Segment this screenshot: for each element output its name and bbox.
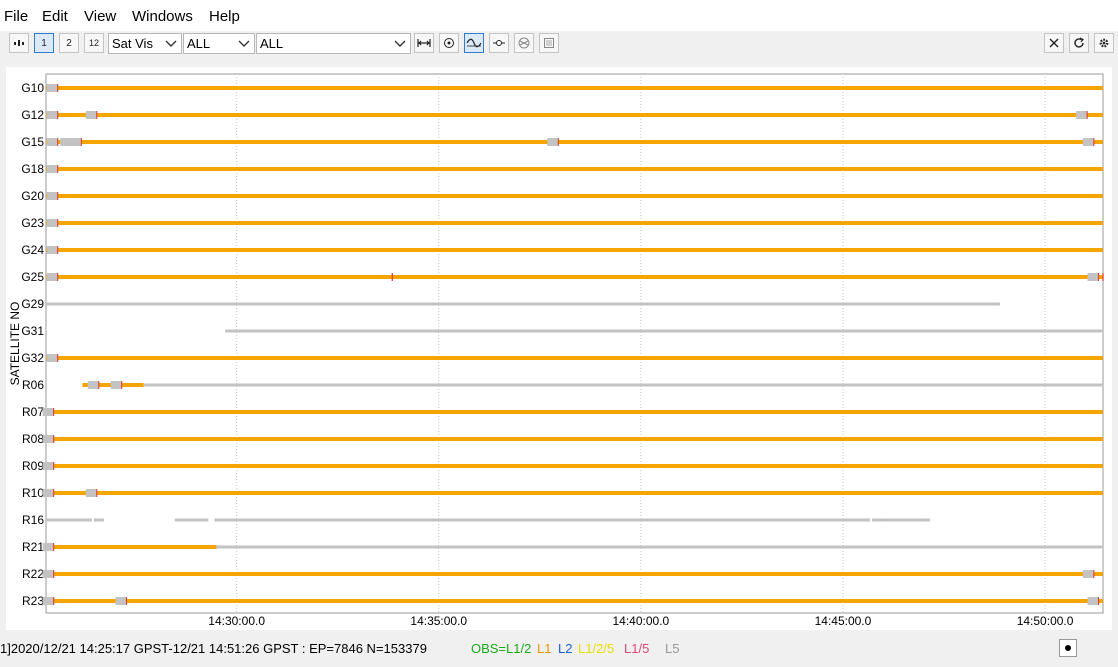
satellite-label: R21 bbox=[22, 540, 44, 554]
satellite-label: G20 bbox=[21, 189, 44, 203]
satellite-label: G31 bbox=[21, 324, 44, 338]
system-select[interactable]: ALL bbox=[183, 33, 255, 54]
observation-marker bbox=[46, 354, 58, 362]
observation-marker bbox=[46, 84, 58, 92]
observation-marker bbox=[1087, 597, 1099, 605]
satellite-label: R22 bbox=[22, 567, 44, 581]
satellite-visibility-plot[interactable]: 14:30:00.0 14:35:00.0 14:40:00.0 14:45:00.0… bbox=[6, 67, 1112, 630]
gear-icon[interactable] bbox=[1094, 33, 1114, 53]
x-tick-label: 14:35:00.0 bbox=[410, 614, 467, 628]
observation-marker bbox=[85, 489, 97, 497]
reload-icon[interactable] bbox=[1069, 33, 1089, 53]
observation-marker bbox=[46, 273, 58, 281]
legend-l125: L1/2/5 bbox=[578, 641, 615, 656]
plot-frame-border bbox=[45, 73, 1104, 614]
chevron-down-icon bbox=[165, 40, 177, 47]
observation-marker bbox=[46, 246, 58, 254]
menu-view[interactable]: View bbox=[84, 8, 116, 25]
observation-marker bbox=[46, 192, 58, 200]
menu-bar: File Edit View Windows Help bbox=[0, 0, 1118, 31]
satellite-label: G10 bbox=[21, 81, 44, 95]
observation-marker bbox=[85, 111, 97, 119]
rcv-2-button[interactable]: 2 bbox=[59, 33, 79, 53]
menu-help[interactable]: Help bbox=[209, 8, 240, 25]
observation-marker bbox=[42, 435, 54, 443]
menu-edit[interactable]: Edit bbox=[42, 8, 68, 25]
observation-marker bbox=[70, 138, 82, 146]
rcv-12-button[interactable]: 12 bbox=[84, 33, 104, 53]
legend-l15: L1/5 bbox=[624, 641, 650, 656]
satellite-label: G12 bbox=[21, 108, 44, 122]
satellite-label: G25 bbox=[21, 270, 44, 284]
plot-type-select[interactable]: Sat Vis bbox=[108, 33, 182, 54]
observation-marker bbox=[60, 138, 72, 146]
legend-l2: L2 bbox=[558, 641, 573, 656]
satellite-label: R23 bbox=[22, 594, 44, 608]
observation-marker bbox=[46, 138, 58, 146]
observation-marker bbox=[547, 138, 559, 146]
center-origin-icon[interactable] bbox=[439, 33, 459, 53]
rcv-1-button[interactable]: 1 bbox=[34, 33, 54, 53]
legend-l5: L5 bbox=[665, 641, 680, 656]
x-tick-label: 14:30:00.0 bbox=[208, 614, 265, 628]
chevron-down-icon bbox=[238, 40, 250, 47]
observation-marker bbox=[42, 408, 54, 416]
observation-marker bbox=[42, 462, 54, 470]
satellite-select[interactable]: ALL bbox=[256, 33, 411, 54]
satellite-label: R09 bbox=[22, 459, 44, 473]
x-tick-label: 14:45:00.0 bbox=[815, 614, 872, 628]
fix-center-icon[interactable] bbox=[489, 33, 509, 53]
satellite-label: R08 bbox=[22, 432, 44, 446]
toolbar: 1 2 12 Sat Vis ALL ALL bbox=[0, 31, 1118, 57]
observation-marker bbox=[1087, 273, 1099, 281]
satellite-label: G24 bbox=[21, 243, 44, 257]
satellite-label: G18 bbox=[21, 162, 44, 176]
observation-marker bbox=[1082, 138, 1094, 146]
record-toggle-button[interactable] bbox=[1059, 639, 1077, 657]
chevron-down-icon bbox=[394, 40, 406, 47]
x-tick-label: 14:40:00.0 bbox=[612, 614, 669, 628]
menu-windows[interactable]: Windows bbox=[132, 8, 193, 25]
satellite-label: R10 bbox=[22, 486, 44, 500]
legend-l1: L1 bbox=[537, 641, 552, 656]
satellite-label: R06 bbox=[22, 378, 44, 392]
observation-marker bbox=[42, 597, 54, 605]
observation-marker bbox=[42, 489, 54, 497]
observation-marker bbox=[1076, 111, 1088, 119]
satellite-label: G29 bbox=[21, 297, 44, 311]
observation-marker bbox=[87, 381, 99, 389]
plot-area[interactable]: 14:30:00.0 14:35:00.0 14:40:00.0 14:45:00.0… bbox=[6, 67, 1112, 630]
observation-marker bbox=[46, 111, 58, 119]
observation-marker bbox=[115, 597, 127, 605]
satellite-label: R16 bbox=[22, 513, 44, 527]
satellite-label: R07 bbox=[22, 405, 44, 419]
status-text: 1]2020/12/21 14:25:17 GPST-12/21 14:51:2… bbox=[0, 641, 427, 656]
observation-marker bbox=[42, 570, 54, 578]
sky-image-icon[interactable] bbox=[514, 33, 534, 53]
observation-marker bbox=[42, 543, 54, 551]
x-tick-label: 14:50:00.0 bbox=[1017, 614, 1074, 628]
connect-icon[interactable] bbox=[9, 33, 29, 53]
observation-marker bbox=[1082, 570, 1094, 578]
status-bar: 1]2020/12/21 14:25:17 GPST-12/21 14:51:2… bbox=[0, 637, 1118, 661]
satellite-label: G15 bbox=[21, 135, 44, 149]
map-image-icon[interactable] bbox=[539, 33, 559, 53]
y-axis-label: SATELLITE NO bbox=[8, 302, 22, 386]
menu-file[interactable]: File bbox=[4, 8, 28, 25]
satellite-label: G32 bbox=[21, 351, 44, 365]
show-track-icon[interactable] bbox=[464, 33, 484, 53]
close-icon[interactable] bbox=[1044, 33, 1064, 53]
satellite-label: G23 bbox=[21, 216, 44, 230]
observation-marker bbox=[46, 219, 58, 227]
observation-marker bbox=[110, 381, 122, 389]
observation-marker bbox=[46, 165, 58, 173]
legend-obs-l12: OBS=L1/2 bbox=[471, 641, 532, 656]
fit-horizontal-icon[interactable] bbox=[414, 33, 434, 53]
